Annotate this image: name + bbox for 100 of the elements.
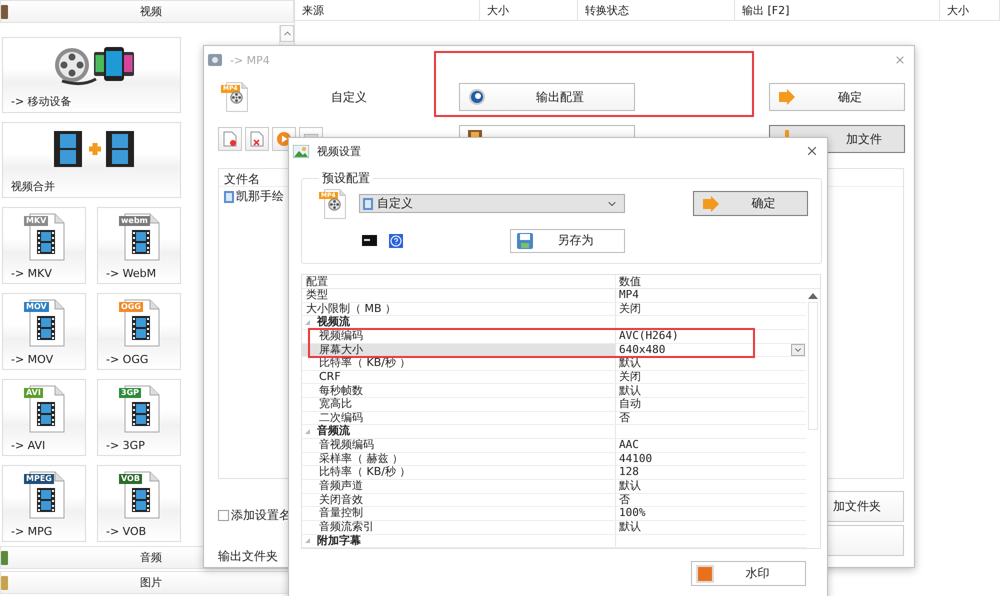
ok-button[interactable]: 确定 [769,83,905,111]
property-value: 默认 [619,384,642,398]
format-tile[interactable]: MKV -> MKV [2,207,86,284]
format-tile[interactable]: 3GP -> 3GP [97,379,181,456]
property-row[interactable]: 音频流索引 默认 [302,520,806,535]
property-value: 自动 [619,398,642,411]
category-icon [1,550,9,566]
add-item-button[interactable] [218,127,242,151]
property-value: 否 [619,412,631,424]
group-title: 预设配置 [321,170,371,187]
dropdown-button[interactable] [791,344,806,356]
tile-label: -> VOB [106,525,146,538]
tile-label: -> MPG [11,525,52,538]
property-row[interactable]: 采样率（ 赫兹 ） 44100 [302,452,806,466]
ok-button[interactable]: 确定 [693,191,808,216]
tile-label: -> 移动设备 [11,94,72,109]
property-row[interactable]: 附加字幕 [302,534,806,548]
property-row[interactable]: 视频流 [302,316,806,330]
property-row[interactable]: 比特率（ KB/秒 ） 128 [302,466,806,480]
delete-icon [250,131,264,147]
column-header[interactable]: 来源 [295,0,480,20]
property-value: 128 [619,466,640,479]
expand-icon[interactable] [305,538,310,544]
output-folder-label: 输出文件夹 [218,548,279,565]
output-settings-button[interactable]: 输出配置 [459,83,635,111]
expand-icon[interactable] [305,429,310,434]
document-icon [224,190,234,202]
property-row[interactable]: 音量控制 100% [302,507,806,521]
property-name: 附加字幕 [317,534,361,548]
window-title: -> MP4 [230,54,271,66]
property-name: 视频流 [317,316,350,329]
gear-icon [468,88,486,106]
property-name: 类型 [306,289,328,302]
document-icon [223,131,237,147]
tile-label: -> AVI [11,439,46,452]
column-header[interactable]: 大小 [940,0,1000,20]
checkbox[interactable] [218,510,229,521]
property-value: 关闭 [619,370,642,384]
property-row[interactable]: 大小限制（ MB ） 关闭 [302,302,806,316]
property-row[interactable]: 类型 MP4 [302,289,806,303]
property-row[interactable]: 宽高比 自动 [302,398,806,412]
property-row[interactable]: 关闭音效 否 [302,494,806,508]
property-name: 屏幕大小 [319,344,363,356]
property-value: AAC [619,439,640,452]
scroll-up-icon[interactable] [808,293,818,299]
property-name: 关闭音效 [319,494,363,506]
film-merge-icon [52,128,136,170]
format-tile[interactable]: MOV -> MOV [2,293,86,370]
tile-label: 视频合并 [11,179,55,194]
column-header: 数值 [618,275,642,288]
format-tile[interactable]: VOB -> VOB [97,465,181,542]
picture-icon [293,144,309,158]
property-name: 音频流 [317,425,350,438]
arrow-icon [702,196,720,212]
property-value: 44100 [619,452,654,466]
close-button[interactable] [805,144,819,158]
scrollbar[interactable] [808,302,818,430]
property-name: 音量控制 [319,507,363,520]
column-header[interactable]: 转换状态 [578,0,735,20]
property-name: 比特率（ KB/秒 ） [319,466,410,479]
arrow-icon [778,89,796,105]
property-name: 音视频编码 [319,439,374,452]
format-tile[interactable]: MPEG -> MPG [2,465,86,542]
property-name: 每秒帧数 [319,384,363,398]
column-header: 配置 [302,275,616,288]
tile-label: -> MOV [11,353,54,366]
watermark-icon [696,564,714,583]
preset-name: 自定义 [331,88,367,106]
property-name: 宽高比 [319,398,352,411]
property-row[interactable]: 音视频编码 AAC [302,439,806,453]
property-row[interactable]: CRF 关闭 [302,370,806,384]
terminal-icon[interactable] [362,235,377,246]
column-header[interactable]: 输出 [F2] [735,0,940,20]
app-icon [208,54,222,66]
save-as-button[interactable]: 另存为 [510,228,625,252]
format-tile[interactable]: webm -> WebM [97,207,181,284]
property-value: 100% [619,507,646,520]
watermark-button[interactable]: 水印 [691,561,806,586]
property-row[interactable]: 音频声道 默认 [302,480,806,494]
help-icon[interactable] [389,234,403,248]
property-row[interactable]: 音频流 [302,425,806,440]
file-name[interactable]: 凯那手绘 [236,188,284,205]
format-tile[interactable]: OGG -> OGG [97,293,181,370]
format-tile[interactable]: 视频合并 [2,122,181,198]
remove-button[interactable] [245,127,269,151]
property-value: MP4 [619,289,640,302]
tile-label: -> MKV [11,267,52,280]
format-tile[interactable]: -> 移动设备 [2,37,181,113]
property-name: 大小限制（ MB ） [306,302,396,316]
category-bar[interactable]: 视频 [0,0,294,23]
format-tile[interactable]: AVI -> AVI [2,379,86,456]
property-name: CRF [319,370,341,384]
property-row[interactable]: 二次编码 否 [302,412,806,426]
preset-dropdown[interactable]: 自定义 [359,194,625,213]
property-row[interactable]: 每秒帧数 默认 [302,384,806,398]
document-icon [363,198,373,210]
tile-label: -> WebM [106,267,156,280]
column-header[interactable]: 大小 [480,0,578,20]
property-name: 音频流索引 [319,520,374,534]
expand-icon[interactable] [305,320,310,326]
